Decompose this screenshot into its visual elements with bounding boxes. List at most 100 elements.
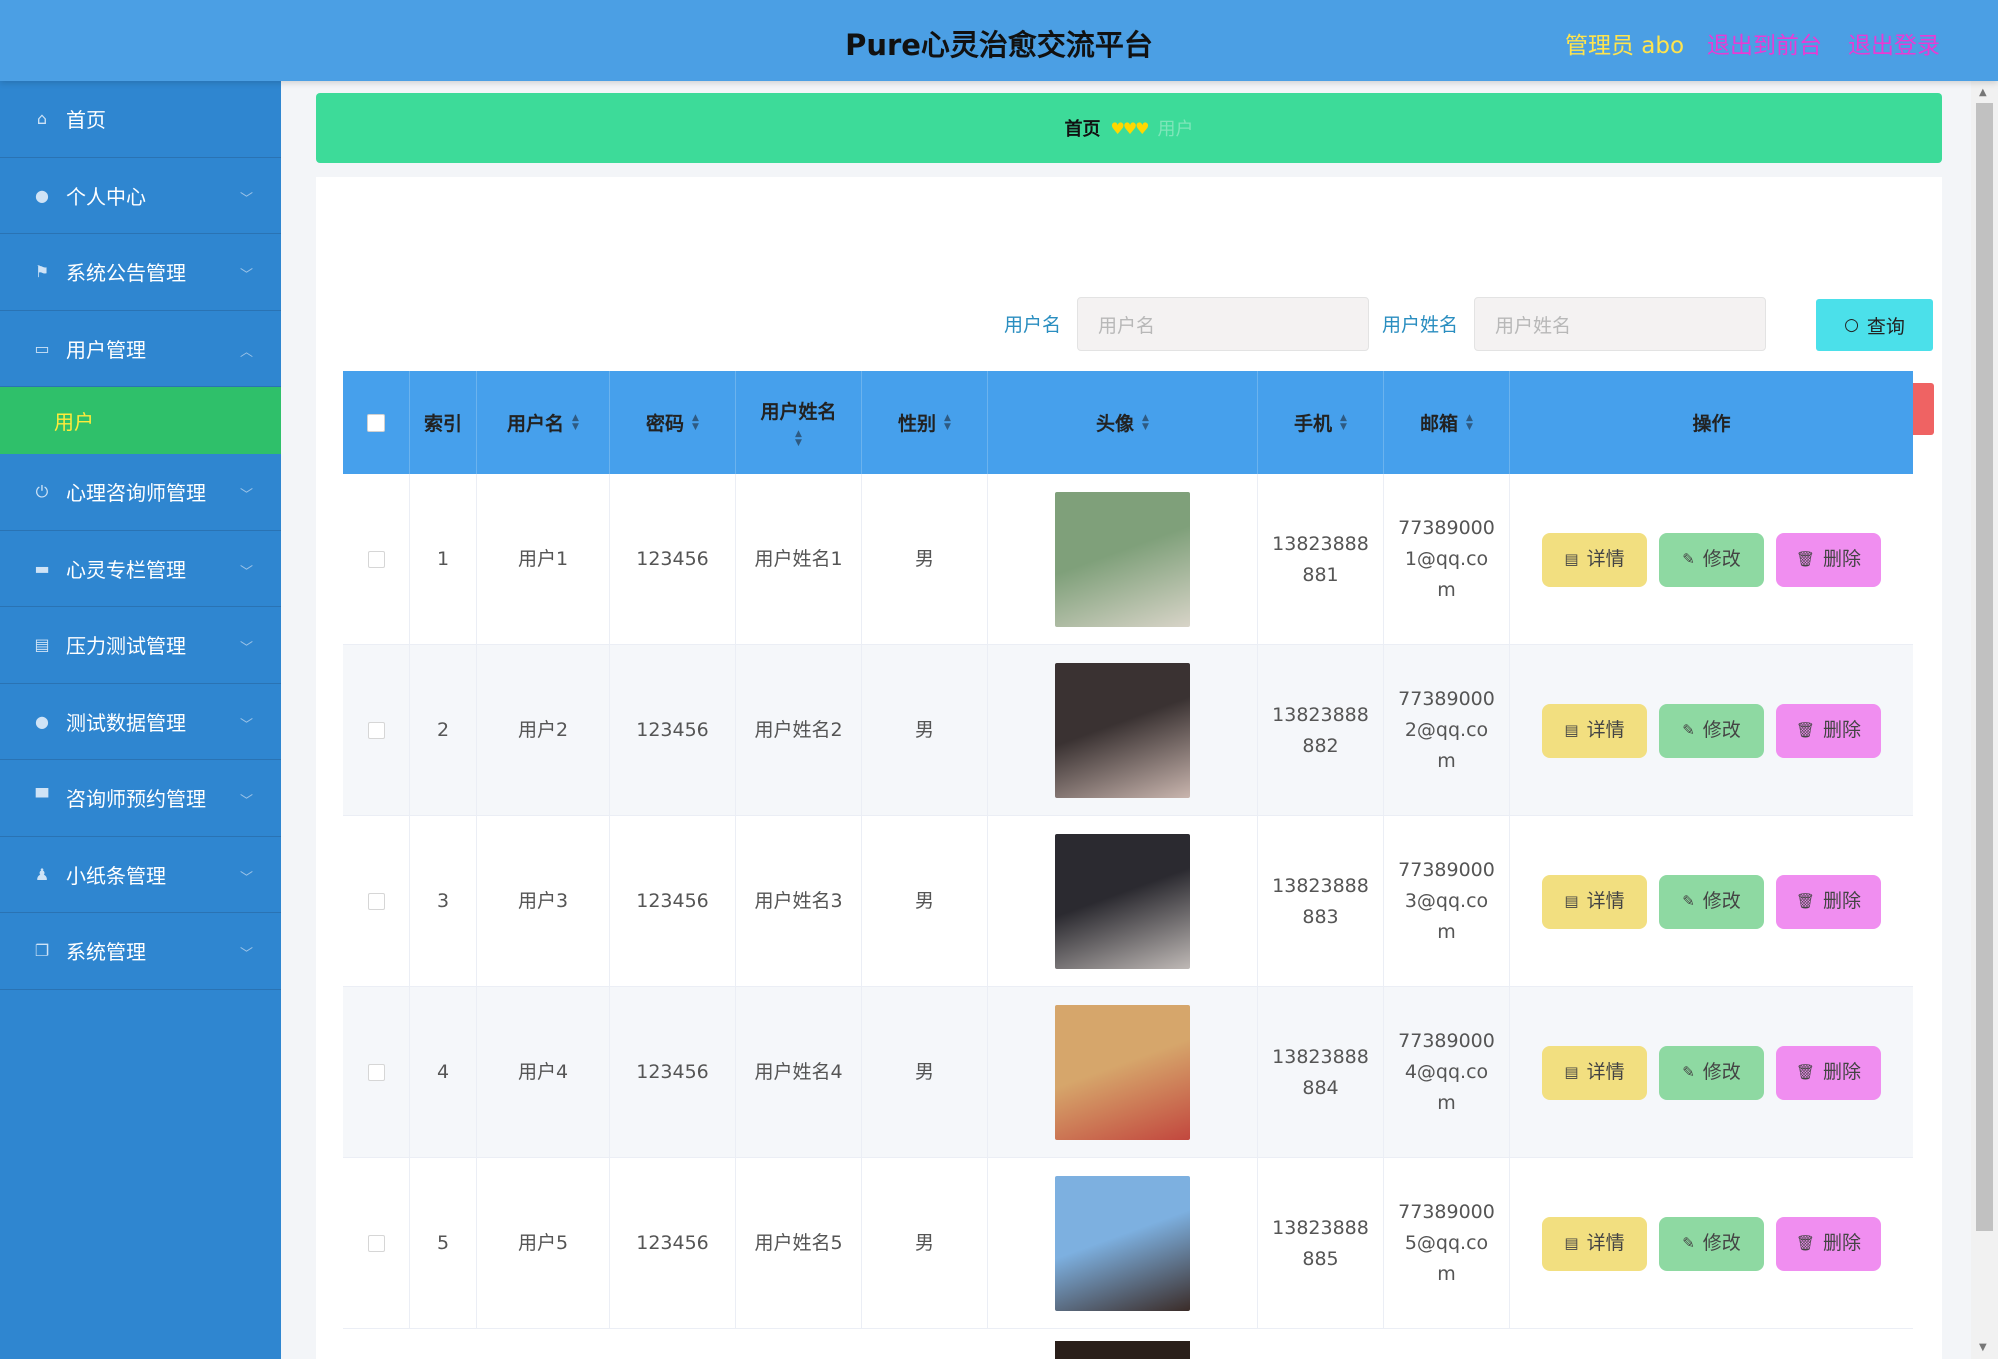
detail-button[interactable]: ▤ 详情 — [1542, 1216, 1647, 1271]
users-table: 索引 用户名 ▲ ▼ 密码 ▲ ▼ 用户姓名 ▲ ▼ 性别 ▲ ▼ 头像 ▲ ▼ 手机 ▲ ▼ 邮箱 ▲ ▼… — [343, 371, 1913, 1359]
page-scrollbar[interactable]: ▲ ▼ — [1971, 81, 1998, 1359]
sidebar-item-personal-center[interactable]: ● 个人中心 ﹀ — [0, 158, 281, 234]
cell-phone: 13823888 885 — [1258, 1158, 1384, 1329]
cell-username: 用户1 — [477, 474, 610, 645]
scroll-down-icon[interactable]: ▼ — [1979, 1342, 1987, 1353]
chevron-down-icon: ﹀ — [239, 947, 253, 962]
row-select-cell — [343, 645, 410, 816]
col-name[interactable]: 用户姓名 ▲ ▼ — [736, 371, 862, 474]
col-avatar[interactable]: 头像 ▲ ▼ — [988, 371, 1258, 474]
document-icon: ▤ — [1564, 1063, 1579, 1081]
col-email[interactable]: 邮箱 ▲ ▼ — [1384, 371, 1510, 474]
flag-icon: ⚑ — [34, 262, 50, 282]
scroll-up-icon[interactable]: ▲ — [1979, 87, 1987, 98]
id-card-icon: ▭ — [34, 338, 50, 358]
cell-phone: 13823888 882 — [1258, 645, 1384, 816]
cell-avatar — [988, 645, 1258, 816]
sidebar-item-label: 首页 — [66, 108, 106, 133]
name-search-input[interactable]: 用户姓名 — [1474, 297, 1766, 351]
cell-index: 3 — [410, 816, 477, 987]
sidebar-item-label: 压力测试管理 — [66, 634, 186, 659]
col-password[interactable]: 密码 ▲ ▼ — [610, 371, 736, 474]
sort-icon[interactable]: ▲ ▼ — [1340, 413, 1347, 432]
cell-gender: 男 — [862, 474, 988, 645]
table-header: 索引 用户名 ▲ ▼ 密码 ▲ ▼ 用户姓名 ▲ ▼ 性别 ▲ ▼ 头像 ▲ ▼ 手机 ▲ ▼ 邮箱 ▲ ▼… — [343, 371, 1913, 474]
sidebar-item-label: 小纸条管理 — [66, 863, 166, 888]
col-username[interactable]: 用户名 ▲ ▼ — [477, 371, 610, 474]
col-phone[interactable]: 手机 ▲ ▼ — [1258, 371, 1384, 474]
username-search-input[interactable]: 用户名 — [1077, 297, 1369, 351]
cell-name: 用户姓名2 — [736, 645, 862, 816]
exit-to-front-link[interactable]: 退出到前台 — [1707, 26, 1822, 60]
col-index: 索引 — [410, 371, 477, 474]
detail-button[interactable]: ▤ 详情 — [1542, 703, 1647, 758]
cell-name: 用户姓名4 — [736, 987, 862, 1158]
cell-avatar — [988, 1158, 1258, 1329]
avatar-image — [1055, 1176, 1190, 1311]
cell-phone: 13823888 881 — [1258, 474, 1384, 645]
row-select-cell — [343, 816, 410, 987]
trash-icon: 🗑 — [1795, 1063, 1816, 1081]
delete-button[interactable]: 🗑 删除 — [1776, 1045, 1881, 1100]
sidebar-item-system[interactable]: ❐ 系统管理 ﹀ — [0, 913, 281, 990]
sidebar-item-home[interactable]: ⌂ 首页 — [0, 81, 281, 158]
edit-button[interactable]: ✎ 修改 — [1659, 874, 1764, 929]
logout-link[interactable]: 退出登录 — [1848, 26, 1940, 60]
chevron-down-icon: ﹀ — [239, 794, 253, 809]
sidebar-item-notes[interactable]: ♟ 小纸条管理 ﹀ — [0, 837, 281, 913]
row-checkbox[interactable] — [367, 1064, 385, 1081]
sidebar-item-columns[interactable]: ▬ 心灵专栏管理 ﹀ — [0, 531, 281, 607]
scrollbar-thumb[interactable] — [1976, 103, 1993, 1231]
cell-phone: 13823888 883 — [1258, 816, 1384, 987]
row-checkbox[interactable] — [367, 1235, 385, 1252]
detail-button[interactable]: ▤ 详情 — [1542, 1045, 1647, 1100]
edit-button[interactable]: ✎ 修改 — [1659, 703, 1764, 758]
sidebar-item-counselors[interactable]: ⏻ 心理咨询师管理 ﹀ — [0, 454, 281, 531]
trash-icon: 🗑 — [1795, 1234, 1816, 1252]
col-gender[interactable]: 性别 ▲ ▼ — [862, 371, 988, 474]
sort-icon[interactable]: ▲ ▼ — [944, 413, 951, 432]
cell-phone: 13823888 884 — [1258, 987, 1384, 1158]
document-icon: ▤ — [1564, 550, 1579, 568]
clipboard-icon: ▤ — [34, 635, 50, 655]
sidebar: ⌂ 首页 ● 个人中心 ﹀ ⚑ 系统公告管理 ﹀ ▭ 用户管理 ︿ 用户 ⏻ 心… — [0, 81, 281, 1359]
delete-button[interactable]: 🗑 删除 — [1776, 874, 1881, 929]
user-icon: ● — [35, 185, 49, 205]
row-checkbox[interactable] — [367, 893, 385, 910]
sort-icon[interactable]: ▲ ▼ — [1466, 413, 1473, 432]
cell-name: 用户姓名1 — [736, 474, 862, 645]
sidebar-subitem-users[interactable]: 用户 — [0, 387, 281, 454]
select-all-checkbox[interactable] — [367, 413, 385, 432]
detail-button[interactable]: ▤ 详情 — [1542, 874, 1647, 929]
detail-button[interactable]: ▤ 详情 — [1542, 532, 1647, 587]
breadcrumb-home[interactable]: 首页 — [1064, 115, 1100, 141]
row-select-cell — [343, 474, 410, 645]
home-icon: ⌂ — [36, 109, 48, 129]
row-checkbox[interactable] — [367, 722, 385, 739]
table-row: 1 用户1 123456 用户姓名1 男 13823888 881 77389000 1@qq.… — [343, 474, 1913, 645]
query-button[interactable]: ○ 查询 — [1816, 299, 1933, 351]
delete-button[interactable]: 🗑 删除 — [1776, 703, 1881, 758]
power-icon: ⏻ — [35, 481, 49, 501]
edit-button[interactable]: ✎ 修改 — [1659, 1045, 1764, 1100]
table-row: 3 用户3 123456 用户姓名3 男 13823888 883 77389000 3@qq.… — [343, 816, 1913, 987]
cell-index: 5 — [410, 1158, 477, 1329]
sort-icon[interactable]: ▲ ▼ — [692, 413, 699, 432]
row-checkbox[interactable] — [367, 551, 385, 568]
sidebar-item-appointments[interactable]: ▀ 咨询师预约管理 ﹀ — [0, 760, 281, 837]
sort-icon[interactable]: ▲ ▼ — [795, 430, 802, 448]
edit-button[interactable]: ✎ 修改 — [1659, 1216, 1764, 1271]
sidebar-item-label: 个人中心 — [66, 184, 146, 209]
sidebar-item-test-data[interactable]: ● 测试数据管理 ﹀ — [0, 684, 281, 760]
row-select-cell — [343, 1158, 410, 1329]
sort-icon[interactable]: ▲ ▼ — [572, 413, 579, 432]
sidebar-item-user-management[interactable]: ▭ 用户管理 ︿ — [0, 311, 281, 387]
sidebar-item-stress-tests[interactable]: ▤ 压力测试管理 ﹀ — [0, 607, 281, 684]
cell-password: 123456 — [610, 474, 736, 645]
delete-button[interactable]: 🗑 删除 — [1776, 1216, 1881, 1271]
cell-name: 用户姓名3 — [736, 816, 862, 987]
sidebar-item-announcements[interactable]: ⚑ 系统公告管理 ﹀ — [0, 234, 281, 311]
edit-button[interactable]: ✎ 修改 — [1659, 532, 1764, 587]
delete-button[interactable]: 🗑 删除 — [1776, 532, 1881, 587]
sort-icon[interactable]: ▲ ▼ — [1142, 413, 1149, 432]
